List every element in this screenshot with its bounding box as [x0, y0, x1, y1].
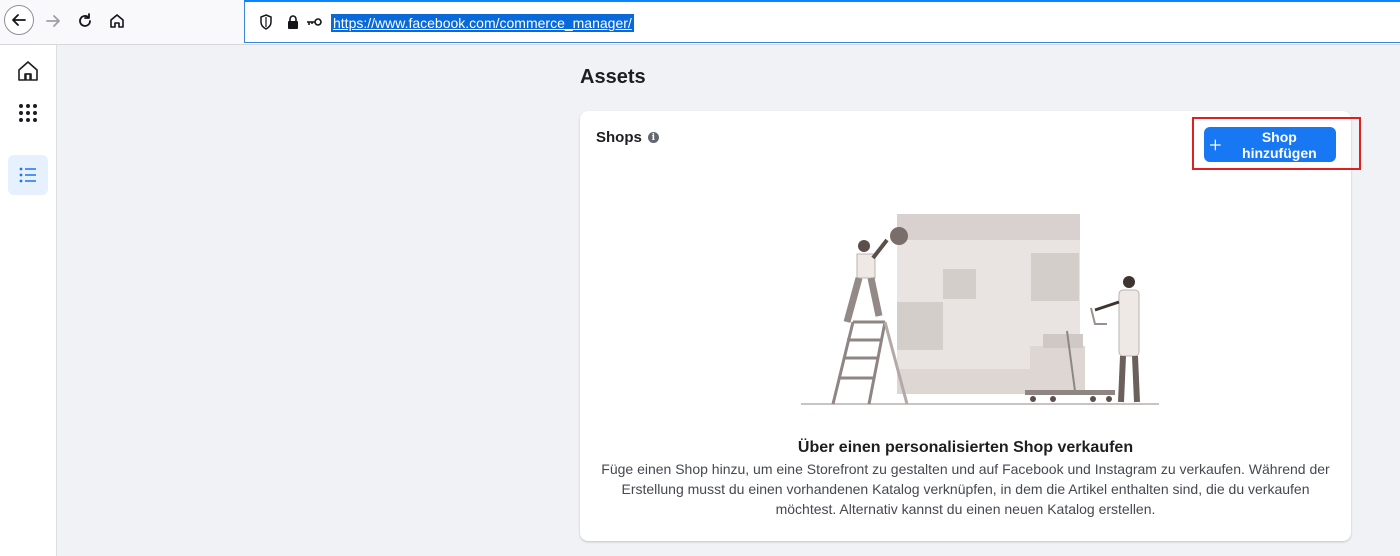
- shop-illustration: [801, 214, 1159, 405]
- left-nav-rail: [0, 45, 57, 556]
- key-icon[interactable]: [305, 14, 323, 30]
- arrow-right-icon: [46, 15, 60, 27]
- card-title: Shops i: [596, 129, 659, 146]
- rail-home-button[interactable]: [8, 51, 48, 91]
- list-icon: [19, 167, 36, 183]
- page-title: Assets: [580, 66, 646, 88]
- rail-apps-button[interactable]: [8, 93, 48, 133]
- url-bar[interactable]: https://www.facebook.com/commerce_manage…: [244, 0, 1400, 43]
- home-icon: [18, 61, 38, 81]
- plus-icon: [1210, 139, 1221, 150]
- add-shop-label: Shop hinzufügen: [1242, 128, 1317, 161]
- reload-icon: [79, 13, 91, 27]
- shield-icon[interactable]: [259, 14, 273, 30]
- lock-icon[interactable]: [287, 14, 299, 30]
- apps-grid-icon: [19, 104, 37, 122]
- home-icon: [110, 14, 124, 28]
- forward-button[interactable]: [38, 6, 68, 36]
- card-title-text: Shops: [596, 129, 642, 146]
- browser-toolbar: https://www.facebook.com/commerce_manage…: [0, 0, 1400, 45]
- rail-assets-button[interactable]: [8, 155, 48, 195]
- info-icon[interactable]: i: [647, 132, 659, 143]
- back-button[interactable]: [4, 5, 34, 35]
- add-shop-button[interactable]: Shop hinzufügen: [1204, 127, 1336, 162]
- empty-state-title: Über einen personalisierten Shop verkauf…: [797, 439, 1134, 456]
- arrow-left-icon: [12, 14, 26, 26]
- home-button[interactable]: [102, 6, 132, 36]
- empty-state-description: Füge einen Shop hinzu, um eine Storefron…: [601, 461, 1330, 517]
- url-text[interactable]: https://www.facebook.com/commerce_manage…: [331, 14, 634, 32]
- reload-button[interactable]: [70, 6, 100, 36]
- shops-card: Shops i Shop hinzufügen Über einen perso…: [580, 111, 1361, 541]
